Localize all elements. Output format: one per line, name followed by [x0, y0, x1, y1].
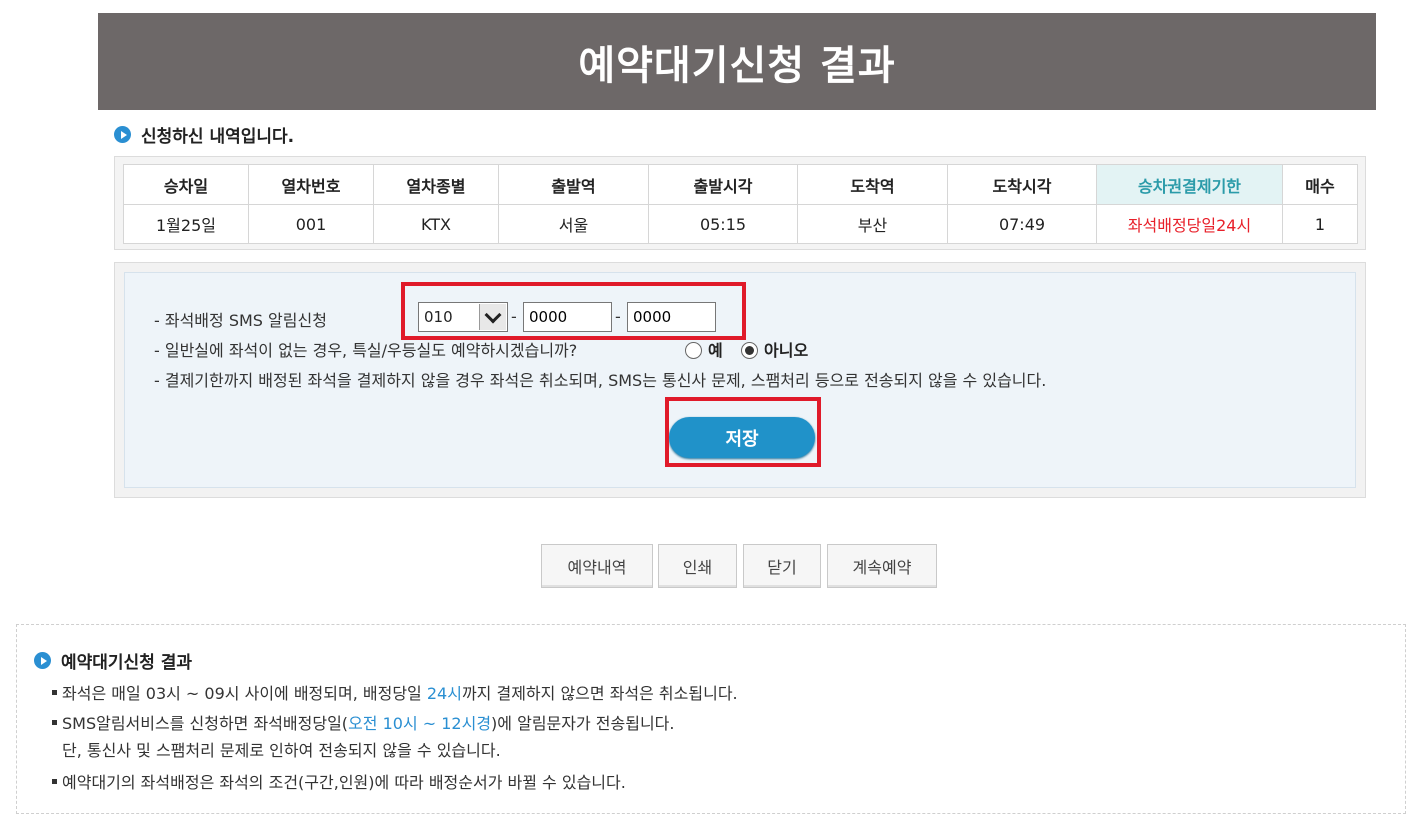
- info-line-3: 단, 통신사 및 스팸처리 문제로 인하여 전송되지 않을 수 있습니다.: [62, 741, 501, 760]
- radio-no-label: 아니오: [764, 341, 809, 360]
- table-header-row: 승차일 열차번호 열차종별 출발역 출발시각 도착역 도착시각 승차권결제기한 …: [123, 164, 1358, 205]
- page-title: 예약대기신청 결과: [578, 42, 896, 89]
- info-line-2: SMS알림서비스를 신청하면 좌석배정당일(오전 10시 ~ 12시경)에 알림…: [52, 710, 674, 734]
- square-bullet-icon: [52, 779, 57, 784]
- highlight-box-save: [665, 397, 821, 467]
- table-cell: 서울: [498, 204, 649, 244]
- table-cell: 부산: [797, 204, 948, 244]
- info-line-1: 좌석은 매일 03시 ~ 09시 사이에 배정되며, 배정당일 24시까지 결제…: [52, 680, 738, 704]
- payment-notice: - 결제기한까지 배정된 좌석을 결제하지 않을 경우 좌석은 취소되며, SM…: [154, 371, 1047, 390]
- table-cell: 05:15: [648, 204, 798, 244]
- reservations-button[interactable]: 예약내역: [541, 544, 653, 588]
- arrow-bullet-icon: [34, 652, 51, 669]
- info-text-highlight: 오전 10시 ~ 12시경: [348, 714, 492, 733]
- radio-yes-label: 예: [708, 341, 723, 360]
- column-header: 매수: [1282, 164, 1358, 205]
- info-text: SMS알림서비스를 신청하면 좌석배정당일(: [62, 714, 349, 733]
- column-header: 도착역: [797, 164, 948, 205]
- column-header: 승차권결제기한: [1096, 164, 1283, 205]
- table-cell: 07:49: [947, 204, 1097, 244]
- sms-label: - 좌석배정 SMS 알림신청: [154, 311, 327, 330]
- page-header: 예약대기신청 결과: [98, 13, 1376, 110]
- arrow-bullet-icon: [114, 126, 131, 143]
- highlight-box-phone: [401, 282, 746, 340]
- column-header: 출발시각: [648, 164, 798, 205]
- info-text: )에 알림문자가 전송됩니다.: [491, 714, 675, 733]
- column-header: 승차일: [123, 164, 249, 205]
- info-text: 좌석은 매일 03시 ~ 09시 사이에 배정되며, 배정당일: [62, 684, 427, 703]
- column-header: 출발역: [498, 164, 649, 205]
- info-line-4: 예약대기의 좌석배정은 좌석의 조건(구간,인원)에 따라 배정순서가 바뀔 수…: [52, 769, 626, 793]
- square-bullet-icon: [52, 720, 57, 725]
- close-button[interactable]: 닫기: [743, 544, 821, 588]
- reservation-table: 승차일 열차번호 열차종별 출발역 출발시각 도착역 도착시각 승차권결제기한 …: [123, 164, 1358, 244]
- table-cell: 001: [248, 204, 374, 244]
- table-cell: 1: [1282, 204, 1358, 244]
- radio-yes[interactable]: [685, 342, 702, 359]
- section-title: 신청하신 내역입니다.: [141, 127, 295, 147]
- info-heading: 예약대기신청 결과: [34, 648, 192, 673]
- continue-reservation-button[interactable]: 계속예약: [827, 544, 937, 588]
- table-cell-deadline: 좌석배정당일24시: [1096, 204, 1283, 244]
- square-bullet-icon: [52, 690, 57, 695]
- info-text: 까지 결제하지 않으면 좌석은 취소됩니다.: [461, 684, 738, 703]
- column-header: 열차종별: [373, 164, 499, 205]
- radio-no[interactable]: [741, 342, 758, 359]
- section-heading: 신청하신 내역입니다.: [114, 122, 294, 147]
- info-title: 예약대기신청 결과: [61, 653, 193, 673]
- info-text-highlight: 24시: [426, 684, 462, 703]
- table-row: 1월25일 001 KTX 서울 05:15 부산 07:49 좌석배정당일24…: [123, 204, 1358, 244]
- info-text: 예약대기의 좌석배정은 좌석의 조건(구간,인원)에 따라 배정순서가 바뀔 수…: [62, 773, 626, 792]
- column-header: 열차번호: [248, 164, 374, 205]
- table-cell: 1월25일: [123, 204, 249, 244]
- print-button[interactable]: 인쇄: [658, 544, 737, 588]
- column-header: 도착시각: [947, 164, 1097, 205]
- table-cell: KTX: [373, 204, 499, 244]
- seat-question: - 일반실에 좌석이 없는 경우, 특실/우등실도 예약하시겠습니까?: [154, 341, 578, 360]
- reservation-table-panel: 승차일 열차번호 열차종별 출발역 출발시각 도착역 도착시각 승차권결제기한 …: [114, 156, 1366, 250]
